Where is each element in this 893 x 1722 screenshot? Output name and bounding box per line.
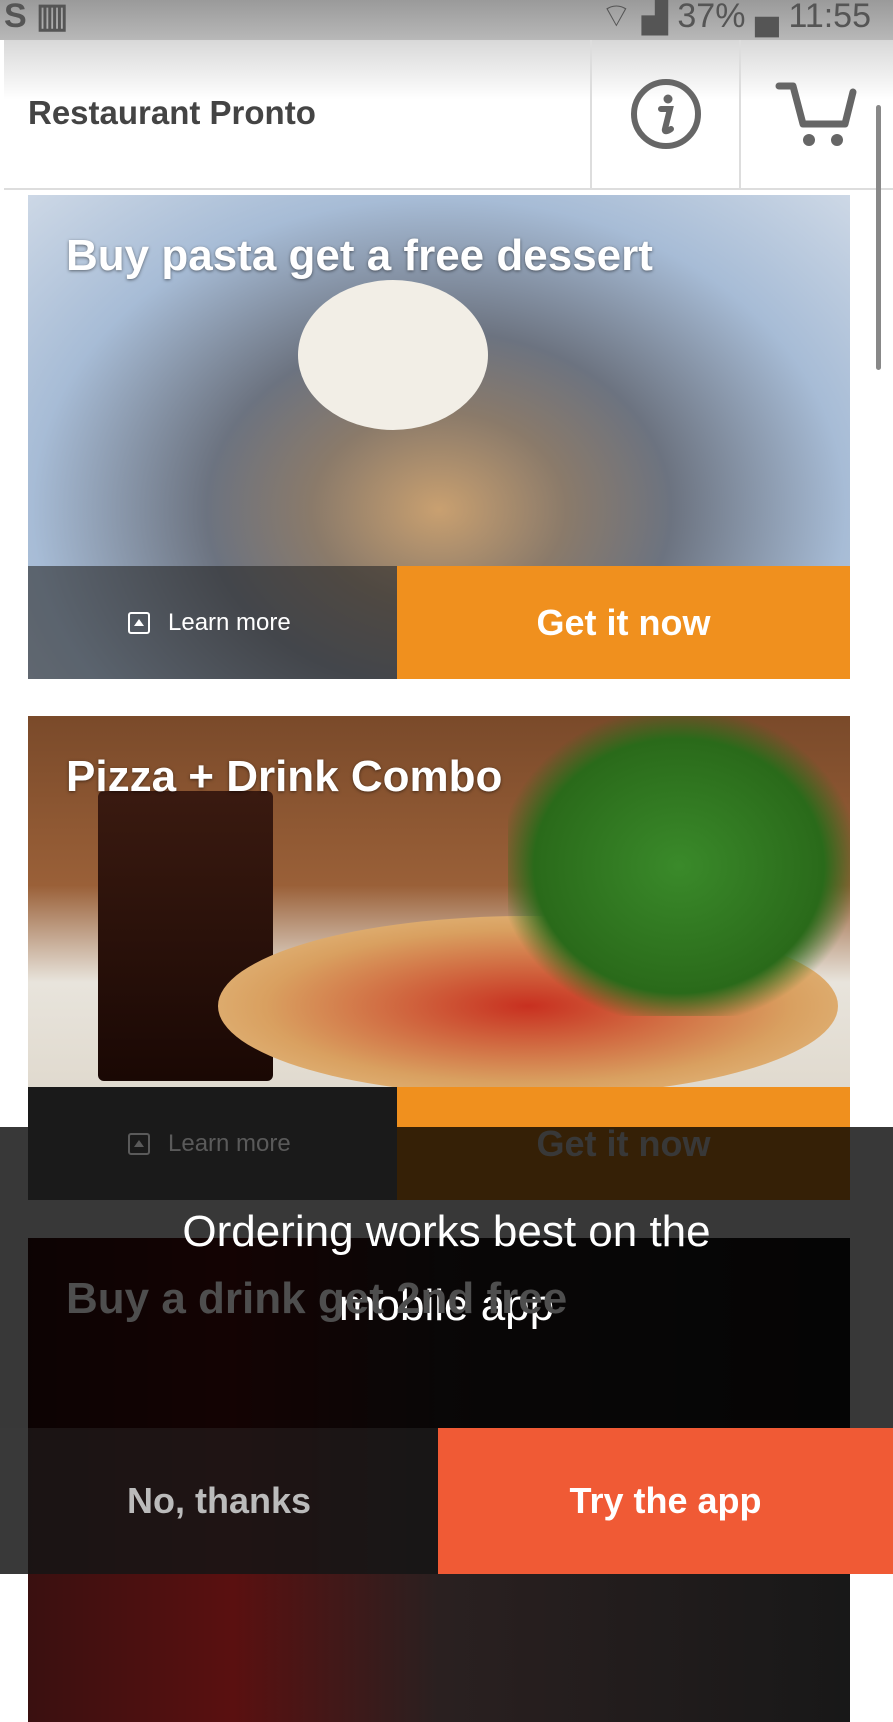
battery-level: 37% <box>677 0 746 35</box>
notification-icons: S ▥ <box>4 0 69 35</box>
battery-icon: ▄ <box>745 0 789 35</box>
status-right: ⌔ ▟ 37% ▄ 11:55 <box>600 0 871 37</box>
learn-more-button[interactable]: Learn more <box>28 566 397 679</box>
learn-more-label: Learn more <box>168 1129 291 1157</box>
expand-icon <box>128 611 150 634</box>
try-the-app-button[interactable]: Try the app <box>438 1428 893 1574</box>
scrollbar[interactable] <box>876 105 881 370</box>
promo-title: Buy pasta get a free dessert <box>66 231 653 280</box>
promo-title: Pizza + Drink Combo <box>66 752 503 801</box>
info-button[interactable] <box>590 40 739 188</box>
learn-more-label: Learn more <box>168 608 291 636</box>
basil-image <box>508 716 850 1016</box>
page-title: Restaurant Pronto <box>28 94 316 131</box>
cart-icon <box>775 82 857 146</box>
status-bar: S ▥ ⌔ ▟ 37% ▄ 11:55 <box>0 0 893 40</box>
app-header: Restaurant Pronto <box>4 40 893 190</box>
signal-icon: ⌔ ▟ <box>600 0 678 35</box>
dessert-image <box>298 280 488 430</box>
promo-title: Buy a drink get 2nd free <box>66 1274 568 1323</box>
expand-icon <box>128 1132 150 1155</box>
learn-more-button[interactable]: Learn more <box>28 1087 397 1200</box>
no-thanks-button[interactable]: No, thanks <box>0 1428 438 1574</box>
info-icon <box>630 79 701 149</box>
promo-card[interactable]: Buy pasta get a free dessert Learn more … <box>28 195 850 679</box>
clock: 11:55 <box>788 0 871 35</box>
cart-button[interactable] <box>739 40 893 188</box>
get-it-now-button[interactable]: Get it now <box>397 566 850 679</box>
